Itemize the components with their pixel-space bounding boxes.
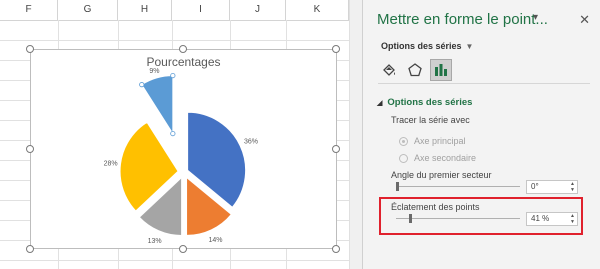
pie-chart[interactable]: 36% 14% 13% 28% 9% <box>31 50 336 248</box>
resize-handle[interactable] <box>332 45 340 53</box>
resize-handle[interactable] <box>332 245 340 253</box>
series-options-dropdown-label: Options des séries <box>381 41 462 51</box>
data-label[interactable]: 9% <box>149 68 159 75</box>
first-slice-angle-value: 0° <box>531 182 539 191</box>
pane-tabs <box>378 59 452 81</box>
resize-handle[interactable] <box>179 45 187 53</box>
data-label[interactable]: 13% <box>148 238 162 245</box>
chart-object[interactable]: Pourcentages 36% 14% 13% 28% 9% <box>30 49 337 249</box>
plot-series-on-label: Tracer la série avec <box>391 115 470 125</box>
point-selection-handle[interactable] <box>170 72 176 79</box>
column-header-g[interactable]: G <box>58 0 118 20</box>
pane-options-dropdown-icon[interactable]: ▾ <box>533 12 538 23</box>
data-label[interactable]: 28% <box>104 161 118 168</box>
column-header-i[interactable]: I <box>172 0 230 20</box>
series-options-section-header[interactable]: ◢ Options des séries <box>377 97 472 108</box>
column-header-h[interactable]: H <box>118 0 172 20</box>
data-label[interactable]: 36% <box>244 138 258 145</box>
spinner-arrows-icon[interactable]: ▲ ▼ <box>570 181 575 193</box>
data-label[interactable]: 14% <box>208 237 222 244</box>
series-options-chart-icon[interactable] <box>430 59 452 81</box>
column-header-f[interactable]: F <box>0 0 58 20</box>
pane-title: Mettre en forme le point... <box>377 11 548 28</box>
column-header-k[interactable]: K <box>286 0 349 20</box>
resize-handle[interactable] <box>179 245 187 253</box>
secondary-axis-label: Axe secondaire <box>414 153 477 163</box>
collapse-triangle-icon: ◢ <box>377 99 383 107</box>
first-slice-angle-label: Angle du premier secteur <box>391 170 492 180</box>
vertical-scrollbar[interactable] <box>349 0 363 269</box>
column-header-bar: F G H I J K <box>0 0 362 21</box>
grid-line <box>0 40 362 41</box>
fill-line-icon[interactable] <box>378 59 400 81</box>
resize-handle[interactable] <box>26 45 34 53</box>
grid-line <box>0 260 362 261</box>
point-selection-handle[interactable] <box>170 130 176 137</box>
effects-pentagon-icon[interactable] <box>404 59 426 81</box>
resize-handle[interactable] <box>26 145 34 153</box>
series-options-section-title: Options des séries <box>387 97 473 108</box>
column-header-j[interactable]: J <box>230 0 286 20</box>
highlight-box <box>379 197 583 235</box>
chevron-down-icon: ▼ <box>465 41 474 51</box>
radio-button[interactable] <box>399 136 408 146</box>
first-slice-angle-slider[interactable] <box>396 186 520 187</box>
divider <box>378 83 590 84</box>
spreadsheet-area[interactable]: F G H I J K Pourcentages 36% 14% 13% 28% 9% <box>0 0 362 269</box>
radio-button[interactable] <box>399 153 408 163</box>
point-selection-handle[interactable] <box>139 82 145 88</box>
close-icon[interactable]: ✕ <box>579 12 590 28</box>
slider-thumb[interactable] <box>396 182 399 191</box>
first-slice-angle-spinner[interactable]: 0° ▲ ▼ <box>526 180 578 194</box>
secondary-axis-option[interactable]: Axe secondaire <box>399 153 476 163</box>
resize-handle[interactable] <box>26 245 34 253</box>
resize-handle[interactable] <box>332 145 340 153</box>
primary-axis-option[interactable]: Axe principal <box>399 136 466 146</box>
primary-axis-label: Axe principal <box>414 136 466 146</box>
series-options-dropdown[interactable]: Options des séries ▼ <box>381 41 473 51</box>
